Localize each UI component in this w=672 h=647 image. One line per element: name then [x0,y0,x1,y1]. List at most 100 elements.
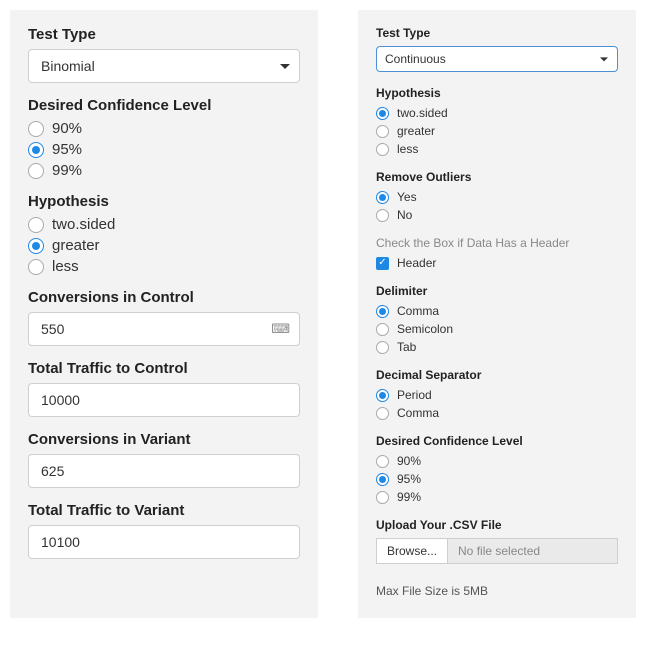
header-checkbox-row[interactable]: Header [376,256,618,270]
confidence-label: Desired Confidence Level [376,434,618,448]
radio-label: 90% [52,120,82,137]
radio-label: 95% [52,141,82,158]
test-type-select-wrap[interactable]: Continuous [376,46,618,72]
confidence-option-95[interactable]: 95% [376,472,618,486]
radio-label: Comma [397,304,439,318]
conv-variant-label: Conversions in Variant [28,431,300,448]
radio-icon [28,217,44,233]
hypothesis-option-greater[interactable]: greater [376,124,618,138]
radio-label: 95% [397,472,421,486]
chevron-down-icon [600,57,608,61]
radio-icon [376,473,389,486]
radio-label: greater [52,237,100,254]
radio-label: Comma [397,406,439,420]
confidence-group: Desired Confidence Level 90% 95% 99% [28,97,300,179]
radio-icon [376,191,389,204]
traffic-variant-label: Total Traffic to Variant [28,502,300,519]
file-input-row[interactable]: Browse... No file selected [376,538,618,564]
delimiter-option-semicolon[interactable]: Semicolon [376,322,618,336]
radio-label: two.sided [397,106,448,120]
header-group: Check the Box if Data Has a Header Heade… [376,236,618,270]
confidence-group: Desired Confidence Level 90% 95% 99% [376,434,618,504]
hypothesis-group: Hypothesis two.sided greater less [376,86,618,156]
radio-icon [376,455,389,468]
file-placeholder: No file selected [447,538,618,564]
traffic-variant-input[interactable] [28,525,300,559]
delimiter-option-tab[interactable]: Tab [376,340,618,354]
decimal-group: Decimal Separator Period Comma [376,368,618,420]
traffic-variant-group: Total Traffic to Variant [28,502,300,559]
hypothesis-option-less[interactable]: less [28,258,300,275]
radio-label: Period [397,388,432,402]
test-type-select[interactable]: Binomial [28,49,300,83]
confidence-label: Desired Confidence Level [28,97,300,114]
decimal-label: Decimal Separator [376,368,618,382]
hypothesis-option-two-sided[interactable]: two.sided [376,106,618,120]
traffic-control-label: Total Traffic to Control [28,360,300,377]
upload-label: Upload Your .CSV File [376,518,618,532]
binomial-panel: Test Type Binomial Desired Confidence Le… [10,10,318,618]
delimiter-label: Delimiter [376,284,618,298]
test-type-label: Test Type [28,26,300,43]
checkbox-icon [376,257,389,270]
conv-control-input[interactable] [28,312,300,346]
test-type-group: Test Type Continuous [376,26,618,72]
radio-icon [376,209,389,222]
radio-icon [28,259,44,275]
delimiter-group: Delimiter Comma Semicolon Tab [376,284,618,354]
radio-icon [376,407,389,420]
radio-label: Semicolon [397,322,453,336]
upload-group: Upload Your .CSV File Browse... No file … [376,518,618,564]
hypothesis-option-greater[interactable]: greater [28,237,300,254]
radio-icon [28,238,44,254]
confidence-option-99[interactable]: 99% [376,490,618,504]
radio-label: 90% [397,454,421,468]
continuous-panel: Test Type Continuous Hypothesis two.side… [358,10,636,618]
radio-icon [376,341,389,354]
test-type-label: Test Type [376,26,618,40]
confidence-option-90[interactable]: 90% [376,454,618,468]
test-type-group: Test Type Binomial [28,26,300,83]
max-file-size-note: Max File Size is 5MB [376,584,618,598]
chevron-down-icon [280,64,290,69]
conv-variant-input[interactable] [28,454,300,488]
traffic-control-group: Total Traffic to Control [28,360,300,417]
confidence-option-99[interactable]: 99% [28,162,300,179]
decimal-option-comma[interactable]: Comma [376,406,618,420]
conv-variant-group: Conversions in Variant [28,431,300,488]
test-type-select[interactable]: Continuous [376,46,618,72]
hypothesis-label: Hypothesis [376,86,618,100]
browse-button[interactable]: Browse... [376,538,447,564]
outliers-option-yes[interactable]: Yes [376,190,618,204]
confidence-option-95[interactable]: 95% [28,141,300,158]
conv-control-group: Conversions in Control ⌨ [28,289,300,346]
radio-icon [376,305,389,318]
delimiter-option-comma[interactable]: Comma [376,304,618,318]
radio-icon [28,121,44,137]
radio-icon [28,142,44,158]
keypad-icon: ⌨ [271,321,290,337]
radio-icon [28,163,44,179]
outliers-group: Remove Outliers Yes No [376,170,618,222]
checkbox-label: Header [397,256,436,270]
radio-icon [376,389,389,402]
decimal-option-period[interactable]: Period [376,388,618,402]
outliers-label: Remove Outliers [376,170,618,184]
hypothesis-group: Hypothesis two.sided greater less [28,193,300,275]
traffic-control-input[interactable] [28,383,300,417]
radio-icon [376,491,389,504]
radio-label: less [52,258,79,275]
confidence-option-90[interactable]: 90% [28,120,300,137]
radio-label: less [397,142,418,156]
hypothesis-option-less[interactable]: less [376,142,618,156]
radio-label: greater [397,124,435,138]
hypothesis-label: Hypothesis [28,193,300,210]
hypothesis-option-two-sided[interactable]: two.sided [28,216,300,233]
radio-label: 99% [52,162,82,179]
radio-label: two.sided [52,216,115,233]
outliers-option-no[interactable]: No [376,208,618,222]
conv-control-label: Conversions in Control [28,289,300,306]
radio-label: 99% [397,490,421,504]
radio-label: Yes [397,190,417,204]
test-type-select-wrap[interactable]: Binomial [28,49,300,83]
